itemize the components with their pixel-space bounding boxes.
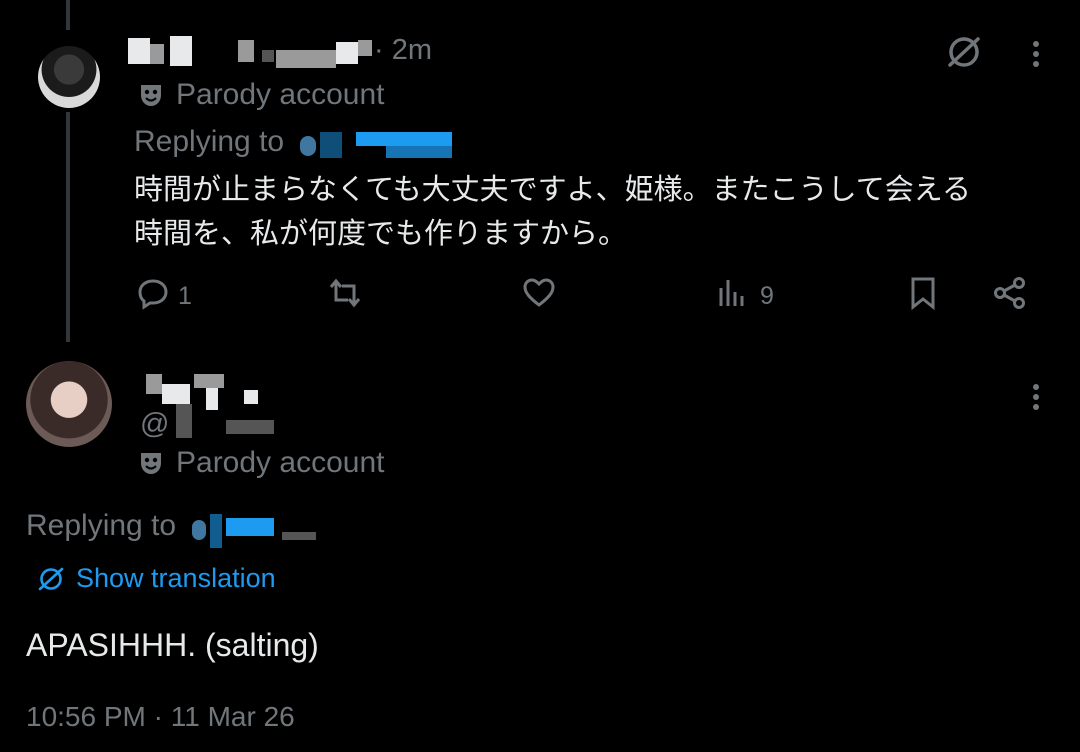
bookmark-icon xyxy=(906,276,940,317)
share-icon xyxy=(993,276,1027,317)
views-count: 9 xyxy=(760,282,774,310)
reply-button[interactable]: 1 xyxy=(136,276,192,317)
tweet-text-line1: 時間が止まらなくても大丈夫ですよ、姫様。またこうして会える xyxy=(134,174,971,206)
parody-mask-icon xyxy=(138,450,164,476)
reply-icon xyxy=(136,276,170,317)
share-button[interactable] xyxy=(993,276,1027,317)
replying-to: Replying to xyxy=(134,125,284,159)
show-translation-label: Show translation xyxy=(76,563,276,593)
retweet-button[interactable] xyxy=(328,276,362,317)
replying-to-label: Replying to xyxy=(134,125,285,158)
thread-line-top xyxy=(66,0,70,30)
replying-to: Replying to xyxy=(26,509,176,543)
more-icon[interactable] xyxy=(1026,381,1046,413)
parody-mask-icon xyxy=(138,82,164,108)
reply-count: 1 xyxy=(178,282,192,310)
tweet-text: 時間が止まらなくても大丈夫ですよ、姫様。またこうして会える 時間を、私が何度でも… xyxy=(134,168,971,256)
views-icon xyxy=(716,276,750,317)
more-icon[interactable] xyxy=(1026,38,1046,70)
handle-prefix[interactable]: @ xyxy=(140,408,169,441)
tweet-timestamp[interactable]: 10:56 PM · 11 Mar 26 xyxy=(26,701,295,733)
translate-icon[interactable] xyxy=(944,32,984,72)
show-translation-link[interactable]: Show translation xyxy=(36,563,276,594)
like-icon xyxy=(522,276,556,317)
parody-badge: Parody account xyxy=(138,78,384,112)
avatar[interactable] xyxy=(26,361,112,447)
replying-to-label: Replying to xyxy=(26,509,177,542)
bookmark-button[interactable] xyxy=(906,276,940,317)
like-button[interactable] xyxy=(522,276,556,317)
avatar[interactable] xyxy=(38,46,100,108)
translate-icon xyxy=(36,564,66,594)
views-button[interactable]: 9 xyxy=(716,276,774,317)
parody-badge: Parody account xyxy=(138,446,384,480)
parody-label: Parody account xyxy=(176,446,385,479)
tweet-text-line2: 時間を、私が何度でも作りますから。 xyxy=(134,218,628,250)
thread-line xyxy=(66,112,70,342)
parody-label: Parody account xyxy=(176,78,385,111)
tweet-text: APASIHHH. (salting) xyxy=(26,627,319,663)
retweet-icon xyxy=(328,276,362,317)
tweet-time[interactable]: · 2m xyxy=(374,34,432,67)
